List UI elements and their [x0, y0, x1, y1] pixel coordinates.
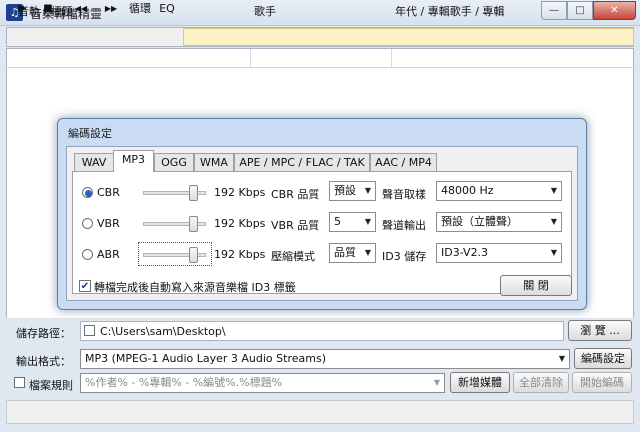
cbr-radio[interactable] — [82, 187, 93, 198]
abr-radio[interactable] — [82, 249, 93, 260]
cbr-slider-thumb[interactable] — [188, 185, 198, 201]
column-title[interactable]: 音軌 / 標題 — [18, 3, 73, 19]
encode-settings-button[interactable]: 編碼設定 — [574, 348, 632, 369]
chevron-down-icon: ▼ — [364, 248, 371, 257]
cbr-quality-value: 預設 — [334, 184, 356, 197]
column-album[interactable]: 年代 / 專輯歌手 / 專輯 — [395, 3, 504, 19]
vbr-quality-label: VBR 品質 — [271, 219, 320, 232]
next-icon[interactable]: ▶▶ — [100, 1, 122, 17]
chevron-down-icon: ▼ — [364, 217, 371, 226]
tab-mp3[interactable]: MP3 — [113, 150, 154, 172]
vbr-quality-value: 5 — [334, 215, 341, 228]
id3-write-checkbox[interactable]: ✔ — [79, 280, 91, 292]
add-media-button[interactable]: 新增媒體 — [450, 372, 510, 393]
channel-output-label: 聲道輸出 — [382, 219, 426, 232]
previous-icon[interactable]: ◀◀ — [70, 1, 92, 17]
output-format-label: 輸出格式： — [16, 355, 71, 368]
chevron-down-icon: ▼ — [550, 217, 557, 226]
dialog-close-button[interactable]: 關 閉 — [500, 275, 572, 296]
abr-bitrate-value: 192 Kbps — [214, 248, 266, 261]
column-divider[interactable] — [250, 49, 251, 67]
naming-rule-value: %作者% - %專輯% - %編號%.%標題% — [85, 376, 283, 389]
channel-output-select[interactable]: 預設（立體聲） ▼ — [436, 212, 562, 232]
output-format-value: MP3 (MPEG-1 Audio Layer 3 Audio Streams) — [85, 352, 326, 365]
tab-aac-mp4[interactable]: AAC / MP4 — [370, 153, 437, 171]
browse-button[interactable]: 瀏 覽 ... — [568, 320, 632, 341]
compression-mode-value: 品質 — [334, 246, 356, 259]
sample-rate-select[interactable]: 48000 Hz ▼ — [436, 181, 562, 201]
save-path-label: 儲存路徑： — [16, 327, 71, 340]
sample-rate-label: 聲音取樣 — [382, 188, 426, 201]
dialog-title: 編碼設定 — [68, 127, 112, 140]
naming-rule-select[interactable]: %作者% - %專輯% - %編號%.%標題% ▼ — [80, 373, 445, 393]
vbr-slider-thumb[interactable] — [188, 216, 198, 232]
sample-rate-value: 48000 Hz — [441, 184, 494, 197]
save-path-value: C:\Users\sam\Desktop\ — [100, 325, 226, 338]
id3-write-label: 轉檔完成後自動寫入來源音樂檔 ID3 標籤 — [94, 281, 296, 294]
channel-output-value: 預設（立體聲） — [441, 215, 518, 228]
tab-ape-mpc-flac-tak[interactable]: APE / MPC / FLAC / TAK — [234, 153, 370, 171]
tab-ogg[interactable]: OGG — [154, 153, 194, 171]
chevron-down-icon: ▼ — [364, 186, 371, 195]
compression-mode-select[interactable]: 品質 ▼ — [329, 243, 376, 263]
column-divider[interactable] — [391, 49, 392, 67]
id3-save-label: ID3 儲存 — [382, 250, 427, 263]
vbr-radio[interactable] — [82, 218, 93, 229]
status-bar — [6, 400, 634, 424]
track-list-header — [6, 48, 634, 68]
eq-button[interactable]: EQ — [156, 1, 178, 17]
loop-button[interactable]: 循環 — [126, 1, 154, 17]
id3-version-select[interactable]: ID3-V2.3 ▼ — [436, 243, 562, 263]
column-artist[interactable]: 歌手 — [254, 3, 276, 19]
chevron-down-icon: ▼ — [550, 186, 557, 195]
output-format-select[interactable]: MP3 (MPEG-1 Audio Layer 3 Audio Streams)… — [80, 349, 570, 369]
compression-mode-label: 壓縮模式 — [271, 250, 315, 263]
abr-label: ABR — [97, 248, 120, 261]
naming-rule-checkbox[interactable] — [14, 377, 25, 388]
cbr-bitrate-value: 192 Kbps — [214, 186, 266, 199]
cbr-quality-select[interactable]: 預設 ▼ — [329, 181, 376, 201]
tab-wma[interactable]: WMA — [194, 153, 234, 171]
naming-rule-label: 檔案規則 — [29, 379, 73, 392]
tab-wav[interactable]: WAV — [74, 153, 114, 171]
minimize-button[interactable]: — — [541, 1, 567, 20]
vbr-bitrate-value: 192 Kbps — [214, 217, 266, 230]
chevron-down-icon: ▼ — [550, 248, 557, 257]
vbr-label: VBR — [97, 217, 120, 230]
maximize-button[interactable]: □ — [567, 1, 593, 20]
close-button[interactable]: ✕ — [593, 1, 636, 20]
cbr-label: CBR — [97, 186, 120, 199]
save-to-source-checkbox[interactable] — [84, 325, 95, 336]
start-encode-button[interactable]: 開始編碼 — [572, 372, 632, 393]
clear-all-button[interactable]: 全部清除 — [513, 372, 569, 393]
progress-bar[interactable] — [183, 28, 634, 46]
vbr-quality-select[interactable]: 5 ▼ — [329, 212, 376, 232]
cbr-quality-label: CBR 品質 — [271, 188, 320, 201]
abr-slider-thumb[interactable] — [188, 247, 198, 263]
chevron-down-icon: ▼ — [558, 354, 565, 363]
chevron-down-icon: ▼ — [433, 378, 440, 387]
id3-version-value: ID3-V2.3 — [441, 246, 489, 259]
